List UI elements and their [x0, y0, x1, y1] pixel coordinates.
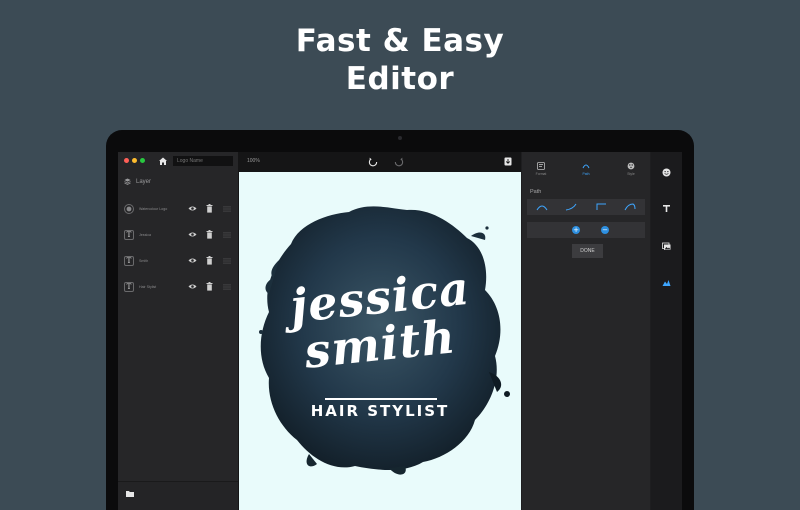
path-corner-button[interactable]	[594, 202, 608, 212]
path-section-title: Path	[530, 189, 542, 195]
trash-icon[interactable]	[206, 256, 213, 265]
window-zoom-button[interactable]	[140, 158, 145, 163]
tab-label: Path	[582, 172, 590, 176]
tab-style[interactable]: Style	[616, 162, 646, 176]
layer-title: Layer	[136, 178, 152, 185]
tab-label: Format	[535, 172, 547, 176]
arc-right-icon	[624, 203, 636, 211]
drag-handle-icon[interactable]	[223, 232, 231, 238]
tool-rail	[651, 152, 682, 510]
eye-icon[interactable]	[188, 231, 197, 238]
path-arc-up-button[interactable]	[535, 202, 549, 212]
home-icon[interactable]	[158, 156, 168, 166]
logo-name-input[interactable]	[173, 156, 233, 166]
window-minimize-button[interactable]	[132, 158, 137, 163]
marketing-headline: Fast & Easy Editor	[0, 22, 800, 98]
canvas-toolbar: 100%	[239, 152, 521, 172]
window-close-button[interactable]	[124, 158, 129, 163]
done-button[interactable]: DONE	[572, 244, 603, 258]
layer-header: Layer	[124, 178, 151, 185]
layer-name: Jessica	[139, 233, 151, 237]
trash-icon[interactable]	[206, 230, 213, 239]
redo-icon[interactable]	[394, 157, 404, 167]
smiley-icon[interactable]	[662, 168, 671, 177]
tab-label: Style	[627, 172, 635, 176]
format-icon	[537, 162, 545, 170]
rise-icon	[566, 203, 577, 211]
design-canvas[interactable]: jessica smith HAIR STYLIST	[239, 172, 521, 510]
path-rise-button[interactable]	[564, 202, 578, 212]
layer-name: Watercolour Logo	[139, 207, 168, 211]
drag-handle-icon[interactable]	[223, 258, 231, 264]
trash-icon[interactable]	[206, 282, 213, 291]
text-icon: T	[124, 256, 134, 266]
decrease-curve-button[interactable]: −	[601, 226, 609, 234]
text-icon: T	[124, 282, 134, 292]
layers-icon	[124, 178, 131, 185]
tagline-rule	[325, 398, 437, 400]
arc-up-icon	[536, 205, 548, 211]
undo-icon[interactable]	[368, 157, 378, 167]
drag-handle-icon[interactable]	[223, 284, 231, 290]
increase-curve-button[interactable]: +	[572, 226, 580, 234]
drag-handle-icon[interactable]	[223, 206, 231, 212]
eye-icon[interactable]	[188, 283, 197, 290]
path-arc-right-button[interactable]	[623, 202, 637, 212]
canvas-area: 100% jessica smith HAIR STYLIST	[239, 152, 521, 510]
folder-icon[interactable]	[126, 490, 134, 497]
logo-text-tagline[interactable]: HAIR STYLIST	[239, 402, 521, 420]
text-tool-icon[interactable]	[662, 204, 671, 213]
shape-tool-icon[interactable]	[662, 278, 671, 287]
layers-footer	[118, 481, 238, 510]
headline-line-2: Editor	[345, 61, 455, 97]
layer-name: Hair Stylist	[139, 285, 157, 289]
trash-icon[interactable]	[206, 204, 213, 213]
zoom-level[interactable]: 100%	[247, 158, 260, 164]
laptop-frame: Layer Watercolour Logo	[106, 130, 694, 510]
eye-icon[interactable]	[188, 257, 197, 264]
camera-dot	[398, 136, 402, 140]
corner-icon	[596, 203, 606, 210]
path-options	[527, 199, 645, 215]
palette-icon	[627, 162, 635, 170]
text-tools-panel: Format Path Style Path + − DONE	[522, 152, 650, 510]
image-tool-icon[interactable]	[662, 242, 671, 251]
tab-format[interactable]: Format	[526, 162, 556, 176]
image-icon	[124, 204, 134, 214]
tab-path[interactable]: Path	[571, 162, 601, 176]
text-tool-tabs: Format Path Style	[522, 162, 650, 184]
headline-line-1: Fast & Easy	[295, 23, 505, 59]
text-icon: T	[124, 230, 134, 240]
curve-control: + −	[527, 222, 645, 238]
layer-name: Smith	[139, 259, 149, 263]
layer-row-watercolour[interactable]: Watercolour Logo	[118, 196, 238, 222]
layers-panel: Layer Watercolour Logo	[118, 152, 239, 510]
eye-icon[interactable]	[188, 205, 197, 212]
app-window: Layer Watercolour Logo	[118, 152, 682, 510]
layer-row-hair-stylist[interactable]: T Hair Stylist	[118, 274, 238, 300]
layer-list: Watercolour Logo T Jessica T Smith T Hai…	[118, 196, 238, 300]
export-icon[interactable]	[504, 157, 512, 166]
curve-icon	[582, 164, 590, 169]
layer-row-smith[interactable]: T Smith	[118, 248, 238, 274]
layer-row-jessica[interactable]: T Jessica	[118, 222, 238, 248]
